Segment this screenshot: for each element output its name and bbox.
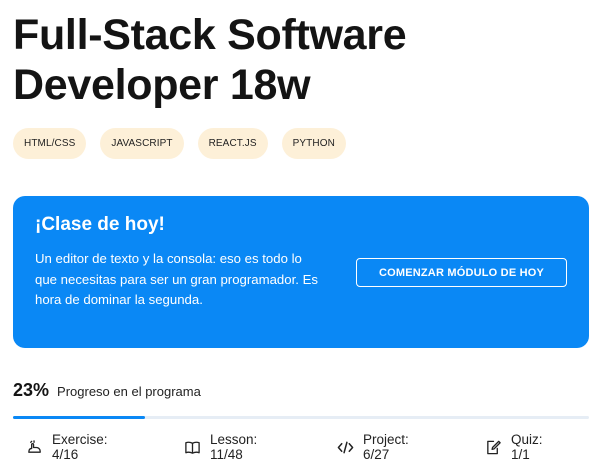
stat-quiz: Quiz: 1/1 — [485, 432, 543, 462]
tag-python: PYTHON — [281, 128, 346, 159]
start-module-button[interactable]: COMENZAR MÓDULO DE HOY — [356, 258, 567, 287]
code-icon — [337, 439, 354, 456]
progress-bar — [13, 416, 589, 419]
stat-lesson: Lesson: 11/48 — [184, 432, 257, 462]
tag-react: REACT.JS — [197, 128, 268, 159]
today-class-card: ¡Clase de hoy! Un editor de texto y la c… — [13, 196, 589, 348]
progress-percent: 23% — [13, 380, 50, 400]
stat-lesson-label: Lesson: 11/48 — [210, 432, 258, 462]
stat-project-label: Project: 6/27 — [363, 432, 409, 462]
tag-html-css: HTML/CSS — [13, 128, 87, 159]
progress-label: Progreso en el programa — [57, 384, 201, 399]
stat-exercise-label: Exercise: 4/16 — [52, 432, 108, 462]
progress-bar-fill — [13, 416, 146, 419]
book-icon — [184, 439, 201, 456]
quiz-edit-icon — [485, 439, 502, 456]
stat-project: Project: 6/27 — [337, 432, 409, 462]
course-title: Full-Stack Software Developer 18w — [13, 10, 589, 110]
today-class-description: Un editor de texto y la consola: eso es … — [35, 251, 318, 307]
course-page: Full-Stack Software Developer 18w HTML/C… — [13, 0, 589, 475]
course-title-line1: Full-Stack Software — [13, 11, 407, 59]
program-progress: 23% Progreso en el programa — [13, 380, 201, 401]
exercise-icon — [26, 439, 43, 456]
stat-exercise: Exercise: 4/16 — [26, 432, 108, 462]
tag-list: HTML/CSS JAVASCRIPT REACT.JS PYTHON — [13, 128, 346, 159]
course-title-line2: Developer 18w — [13, 61, 311, 109]
today-class-heading: ¡Clase de hoy! — [35, 214, 165, 235]
tag-javascript: JAVASCRIPT — [100, 128, 184, 159]
stat-quiz-label: Quiz: 1/1 — [511, 432, 543, 462]
